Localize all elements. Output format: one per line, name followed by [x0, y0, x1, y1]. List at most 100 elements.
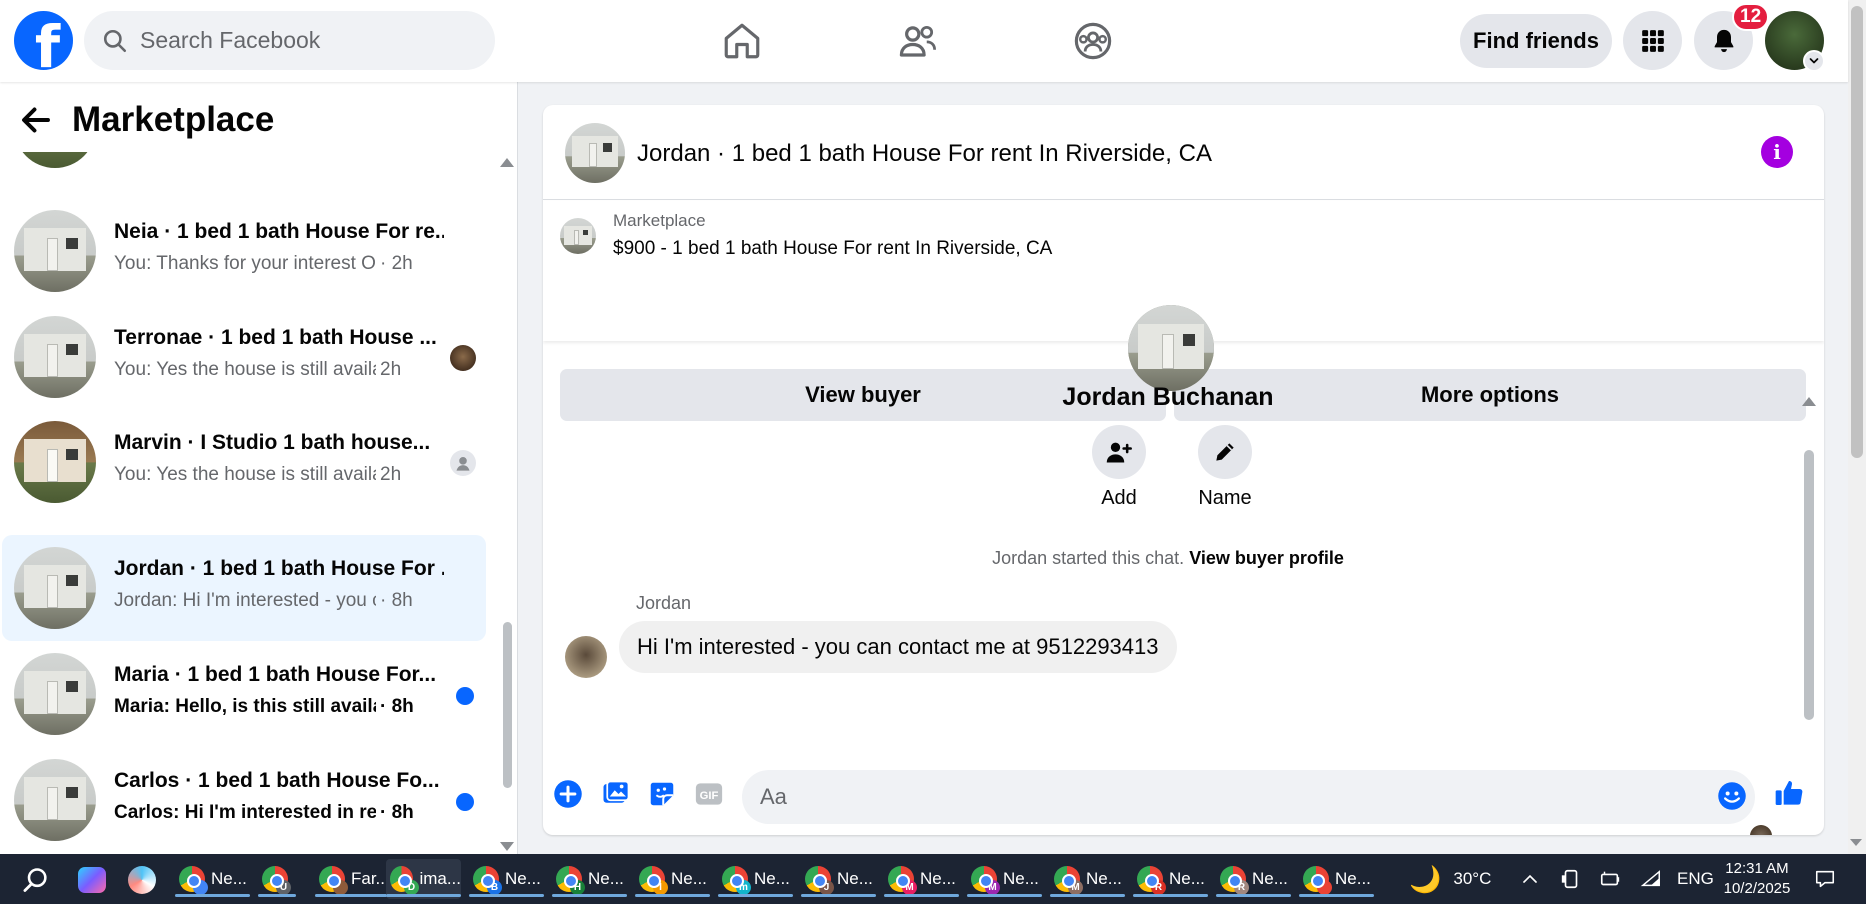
chrome-icon: I — [639, 866, 668, 895]
thread-scroll-up-arrow-icon[interactable] — [1802, 397, 1816, 406]
windows-taskbar: Ne... U Far... Dima... B Ne... H Ne... I Ne... m Ne… — [0, 854, 1866, 904]
seen-avatar — [450, 450, 476, 476]
taskbar-chrome-window[interactable]: M Ne... — [967, 859, 1042, 899]
photo-icon[interactable] — [601, 779, 631, 809]
search-bar[interactable] — [84, 11, 495, 70]
taskbar-chrome-window[interactable]: Ne... — [1299, 859, 1374, 899]
taskbar-chrome-window[interactable]: R Ne... — [1133, 859, 1208, 899]
device-icon[interactable] — [1560, 868, 1582, 890]
bell-icon — [1714, 29, 1733, 52]
listing-price[interactable]: $900 - 1 bed 1 bath House For rent In Ri… — [613, 238, 1052, 260]
listing-source-label: Marketplace — [613, 211, 706, 230]
taskbar-chrome-window[interactable]: Far... — [315, 859, 390, 899]
menu-button[interactable] — [1623, 11, 1682, 70]
message-composer: GIF — [543, 753, 1824, 835]
conversation-last-message: Maria: Hello, is this still available? — [114, 696, 376, 717]
running-indicator — [884, 894, 959, 897]
message-input-box[interactable] — [742, 770, 1755, 824]
profile-badge — [333, 880, 348, 895]
profile-badge: M — [985, 880, 1000, 895]
taskbar-chrome-window[interactable]: H Ne... — [552, 859, 627, 899]
paint-icon[interactable] — [128, 866, 156, 894]
conversation-row[interactable]: Maria · 1 bed 1 bath House For... Maria: … — [2, 641, 486, 747]
conversation-row[interactable]: Jordan · 1 bed 1 bath House For ... Jorda… — [2, 535, 486, 641]
conversation-time: · 2h — [380, 253, 413, 274]
conversation-time: 2h — [380, 464, 402, 485]
message-input[interactable] — [760, 784, 1660, 810]
view-buyer-profile-link[interactable]: View buyer profile — [1189, 548, 1344, 568]
message-bubble[interactable]: Hi I'm interested - you can contact me a… — [619, 621, 1177, 673]
find-friends-button[interactable]: Find friends — [1460, 14, 1612, 68]
groups-icon[interactable] — [1072, 20, 1114, 62]
sender-avatar[interactable] — [565, 636, 607, 678]
conversation-preview: You: Yes the house is still availabl...2… — [114, 359, 454, 381]
marketplace-inbox-panel: Marketplace Cristina · I Studio 1 bath h… — [0, 82, 518, 854]
taskbar-chrome-window[interactable]: Ne... — [175, 859, 250, 899]
conversation-title: Marvin · I Studio 1 bath house... — [114, 431, 431, 454]
plus-circle-icon[interactable] — [553, 779, 583, 809]
chrome-icon: R — [1220, 866, 1249, 895]
sticker-icon[interactable] — [647, 779, 677, 809]
info-icon[interactable]: i — [1761, 136, 1793, 168]
conversation-time: · 8h — [380, 696, 414, 717]
notification-center-icon[interactable] — [1813, 868, 1837, 890]
taskbar-chrome-window[interactable]: U — [258, 859, 296, 899]
search-icon[interactable] — [22, 866, 50, 894]
running-indicator — [635, 894, 710, 897]
chevron-down-icon — [1809, 58, 1819, 64]
back-arrow-icon[interactable] — [18, 102, 54, 138]
chrome-icon: m — [722, 866, 751, 895]
listing-avatar[interactable] — [565, 123, 625, 183]
thumbs-up-icon[interactable] — [1773, 777, 1805, 809]
conversation-row[interactable]: Carlos · 1 bed 1 bath House Fo... Carlos:… — [2, 747, 486, 853]
add-friend-button[interactable] — [1092, 425, 1146, 479]
emoji-icon[interactable] — [1717, 781, 1747, 811]
chat-title[interactable]: Jordan · 1 bed 1 bath House For rent In … — [637, 140, 1212, 168]
top-navigation-bar: f Find friends 12 — [0, 0, 1848, 82]
taskbar-window-label: Ne... — [211, 869, 247, 888]
edit-nickname-button[interactable] — [1198, 425, 1252, 479]
weather-widget[interactable]: 🌙 30°C — [1409, 854, 1491, 904]
conversation-last-message: Jordan: Hi I'm interested - you can ... — [114, 590, 376, 611]
taskbar-chrome-window[interactable]: I Ne... — [635, 859, 710, 899]
account-menu-chevron[interactable] — [1803, 50, 1825, 72]
wifi-icon[interactable] — [1639, 868, 1663, 890]
listing-thumbnail[interactable] — [560, 218, 596, 254]
taskbar-window-label: ima... — [419, 869, 461, 888]
page-scrollbar-thumb[interactable] — [1851, 6, 1863, 458]
running-indicator — [258, 894, 296, 897]
taskbar-window-label: Ne... — [505, 869, 541, 888]
thread-scrollbar[interactable] — [1804, 450, 1814, 720]
chrome-icon: M — [888, 866, 917, 895]
conversation-list-scrollbar[interactable] — [503, 622, 512, 788]
conversation-row[interactable]: Terronae · 1 bed 1 bath House ... You: Ye… — [2, 304, 486, 410]
facebook-logo[interactable]: f — [14, 11, 73, 70]
taskbar-chrome-window[interactable]: R Ne... — [1216, 859, 1291, 899]
taskbar-chrome-window[interactable]: B Ne... — [469, 859, 544, 899]
taskbar-chrome-window[interactable]: M Ne... — [1050, 859, 1125, 899]
gif-icon[interactable]: GIF — [694, 779, 724, 809]
conversation-title: Carlos · 1 bed 1 bath House Fo... — [114, 769, 440, 792]
running-indicator — [386, 894, 461, 897]
conversation-time: · 8h — [380, 590, 413, 611]
taskbar-chrome-window[interactable]: M Ne... — [884, 859, 959, 899]
copilot-icon[interactable] — [78, 867, 106, 893]
language-indicator[interactable]: ENG — [1677, 854, 1714, 904]
chevron-up-icon[interactable] — [1520, 870, 1540, 888]
clock[interactable]: 12:31 AM 10/2/2025 — [1722, 859, 1792, 899]
conversation-last-message: You: Yes the house is still availabl... — [114, 359, 376, 380]
page-scroll-down-arrow-icon[interactable] — [1850, 839, 1862, 846]
taskbar-chrome-window[interactable]: Dima... — [386, 859, 461, 899]
seen-avatar — [450, 345, 476, 371]
taskbar-chrome-window[interactable]: m Ne... — [718, 859, 793, 899]
battery-icon[interactable] — [1598, 868, 1622, 890]
home-icon[interactable] — [721, 20, 763, 62]
taskbar-window-label: Ne... — [1086, 869, 1122, 888]
friends-icon[interactable] — [897, 20, 939, 62]
conversation-row[interactable]: Marvin · I Studio 1 bath house... You: Ye… — [2, 409, 486, 515]
scroll-down-arrow-icon[interactable] — [500, 842, 514, 851]
conversation-row[interactable]: Neia · 1 bed 1 bath House For re... You: … — [2, 198, 486, 304]
taskbar-chrome-window[interactable]: J Ne... — [801, 859, 876, 899]
search-input[interactable] — [140, 27, 480, 54]
scroll-up-arrow-icon[interactable] — [500, 158, 514, 167]
